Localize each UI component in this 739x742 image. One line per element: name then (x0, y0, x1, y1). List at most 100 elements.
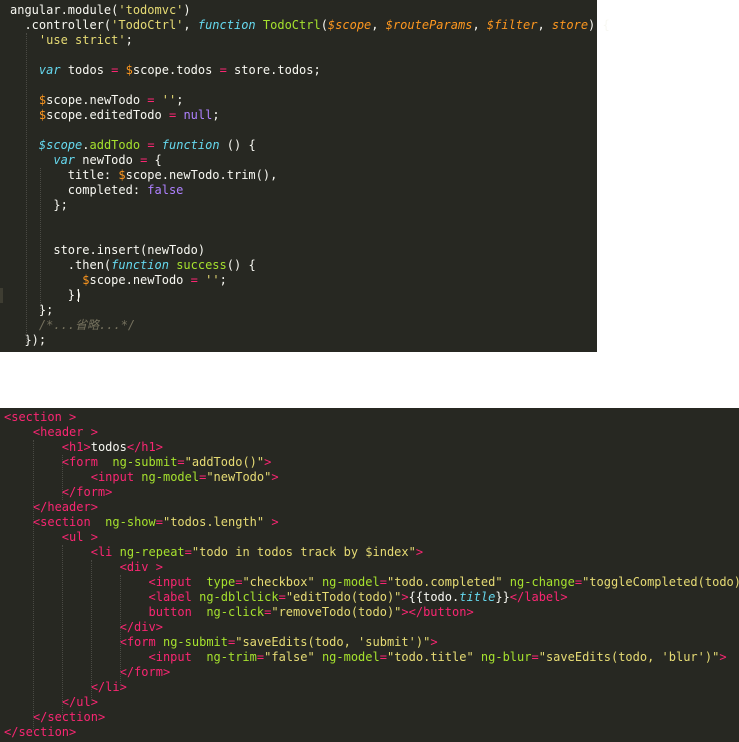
tag-bracket: > (271, 515, 279, 529)
tag-bracket: > (69, 410, 77, 424)
code-line: <section ng-show="todos.length" > (4, 515, 739, 530)
javascript-code-panel[interactable]: angular.module('todomvc') .controller('T… (0, 0, 610, 352)
code-line: <div > (4, 560, 739, 575)
code-text: {{todo. (408, 590, 460, 604)
indent-guide (33, 440, 35, 730)
operator-token: = (531, 650, 539, 664)
tag-bracket: < (90, 470, 98, 484)
code-text: () { (226, 258, 256, 272)
code-text: completed: (10, 183, 148, 197)
current-line-marker (0, 288, 3, 303)
attribute-name: ng-model (141, 470, 200, 484)
code-text: todos (60, 63, 112, 77)
code-text: scope.todos (132, 63, 220, 77)
tag-bracket: </ (509, 590, 525, 604)
code-line: var todos = $scope.todos = store.todos; (10, 63, 597, 78)
indent-guide (26, 33, 28, 343)
code-line: }) (10, 288, 597, 303)
parameter-name: $routeParams (385, 18, 473, 32)
text-cursor (78, 289, 79, 302)
tag-name: li (105, 680, 120, 694)
code-text: scope.newTodo (46, 93, 148, 107)
code-text: , (537, 18, 552, 32)
code-text: { (147, 153, 162, 167)
tag-bracket: > (162, 665, 171, 679)
attribute-name: type (206, 575, 236, 589)
operator-token: = (278, 590, 286, 604)
html-code-panel[interactable]: <section > <header > <h1>todos</h1> <for… (0, 408, 739, 742)
code-text: }; (10, 303, 54, 317)
tag-bracket: < (119, 560, 127, 574)
string-literal: "todo.completed" (386, 575, 503, 589)
code-line: /*...省略...*/ (10, 318, 597, 333)
function-name: success (176, 258, 227, 272)
tag-name: section (40, 515, 91, 529)
tag-bracket: > (105, 485, 113, 499)
storage-keyword: function (111, 258, 169, 272)
function-name: TodoCtrl (262, 18, 321, 32)
tag-name: button (423, 605, 467, 619)
code-text: ( (320, 18, 328, 32)
code-line: <input ng-model="newTodo"> (4, 470, 739, 485)
code-comment: /*...省略...*/ (38, 318, 136, 332)
operator-token: = (379, 650, 387, 664)
code-text: () { (219, 138, 256, 152)
storage-keyword: function (197, 18, 256, 32)
tag-bracket: < (148, 575, 156, 589)
tag-bracket: < (90, 545, 98, 559)
parameter-name: $scope (327, 18, 372, 32)
string-literal: 'use strict' (38, 33, 126, 47)
indent-guide (62, 545, 64, 715)
code-line: .controller('TodoCtrl', function TodoCtr… (10, 18, 609, 33)
code-line: 'use strict'; (10, 33, 597, 48)
attribute-name: ng-model (321, 650, 380, 664)
storage-keyword: $scope (38, 138, 83, 152)
tag-bracket: < (148, 590, 156, 604)
tag-bracket: > (90, 500, 98, 514)
operator-token: = (147, 138, 155, 152)
code-line: <header > (4, 425, 739, 440)
code-line: button ng-click="removeTodo(todo)"></but… (4, 605, 739, 620)
tag-name: form (76, 485, 106, 499)
variable-sigil: $ (118, 168, 126, 182)
code-line: </header> (4, 500, 739, 515)
code-text: angular.module( (10, 3, 119, 17)
code-line: $scope.newTodo = ''; (10, 273, 597, 288)
storage-keyword: title (459, 590, 496, 604)
code-text: }) (10, 288, 83, 302)
code-text: }; (10, 198, 68, 212)
code-text: scope.editedTodo (46, 108, 169, 122)
tag-bracket: > (155, 440, 163, 454)
code-line: completed: false (10, 183, 597, 198)
code-line: title: $scope.newTodo.trim(), (10, 168, 597, 183)
string-literal: "saveEdits(todo, 'blur')" (538, 650, 720, 664)
code-text: ; (125, 33, 133, 47)
code-text: . (82, 138, 90, 152)
tag-bracket: > (155, 620, 163, 634)
storage-keyword: function (161, 138, 220, 152)
html-code: <section > <header > <h1>todos</h1> <for… (0, 408, 739, 740)
attribute-name: ng-submit (162, 635, 228, 649)
attribute-name: ng-repeat (119, 545, 185, 559)
code-line: <input type="checkbox" ng-model="todo.co… (4, 575, 739, 590)
tag-name: ul (76, 695, 91, 709)
tag-bracket: </ (32, 500, 48, 514)
constant-literal: false (147, 183, 184, 197)
